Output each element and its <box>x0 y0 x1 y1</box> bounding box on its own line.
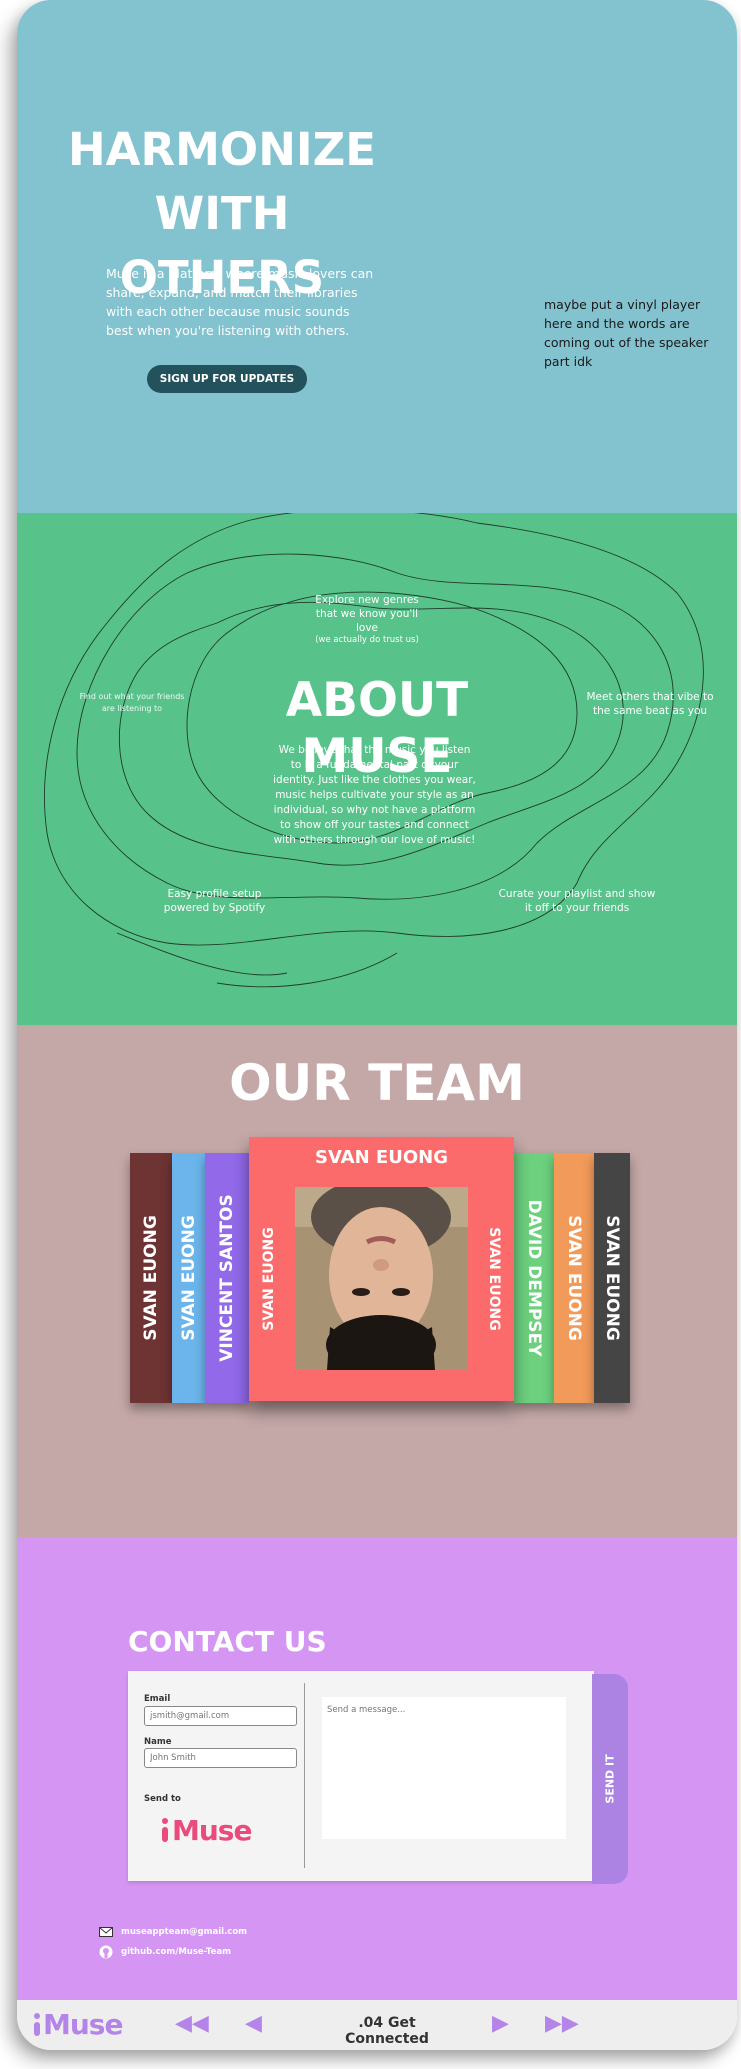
hero-description: Muse is a platform where music lovers ca… <box>106 266 374 338</box>
send-button[interactable]: SEND IT <box>592 1674 628 1884</box>
send-button-label: SEND IT <box>603 1754 617 1804</box>
email-link[interactable]: museappteam@gmail.com <box>99 1927 247 1937</box>
team-card-active[interactable]: SVAN EUONG SVAN EUONG SVAN EUONG <box>249 1137 514 1401</box>
next-icon[interactable]: ▶ <box>492 2012 509 2036</box>
team-card-name: SVAN EUONG <box>564 1215 584 1341</box>
hero-note: maybe put a vinyl player here and the wo… <box>544 297 709 369</box>
track-title: .04 Get Connected <box>345 2015 429 2047</box>
feature-curate: Curate your playlist and show it off to … <box>498 888 656 914</box>
contact-title: CONTACT US <box>128 1625 327 1658</box>
feature-find: Find out what your friends are listening… <box>79 692 185 713</box>
team-card-name: SVAN EUONG <box>141 1215 161 1341</box>
page-frame: HARMONIZE WITH OTHERS Muse is a platform… <box>17 0 737 2050</box>
send-to-label: Send to <box>144 1794 181 1804</box>
team-card-name: SVAN EUONG <box>602 1215 622 1341</box>
name-label: Name <box>144 1737 172 1747</box>
github-icon <box>99 1945 113 1959</box>
muse-logo-mark <box>162 1817 168 1842</box>
team-section: OUR TEAM SVAN EUONG SVAN EUONG VINCENT S… <box>17 1025 737 1537</box>
team-member-photo <box>295 1187 468 1370</box>
portrait-image <box>295 1187 468 1370</box>
music-player-bar: Muse ◀◀ ◀ .04 Get Connected ▶ ▶▶ <box>17 2000 737 2050</box>
team-card[interactable]: SVAN EUONG <box>172 1153 205 1403</box>
hero-section: HARMONIZE WITH OTHERS Muse is a platform… <box>17 0 737 513</box>
hero-title-line1: HARMONIZE <box>68 123 376 176</box>
team-card-active-side-left: SVAN EUONG <box>249 1187 289 1370</box>
contact-section: CONTACT US Email Name Send to Muse SEND … <box>17 1537 737 2000</box>
feature-setup: Easy profile setup powered by Spotify <box>163 888 266 914</box>
name-field[interactable] <box>144 1748 297 1768</box>
player-logo-text: Muse <box>43 2008 123 2041</box>
team-card-name: SVAN EUONG <box>178 1215 199 1341</box>
feature-explore: Explore new genres that we know you'll l… <box>307 593 427 646</box>
team-card-side-name: SVAN EUONG <box>486 1226 502 1331</box>
team-card-name: DAVID DEMPSEY <box>524 1199 544 1357</box>
previous-icon[interactable]: ◀ <box>245 2012 262 2036</box>
team-title: OUR TEAM <box>229 1054 525 1112</box>
muse-logo-text: Muse <box>172 1814 252 1847</box>
rewind-icon[interactable]: ◀◀ <box>175 2012 209 2036</box>
player-logo[interactable]: Muse <box>31 2008 123 2041</box>
team-card[interactable]: SVAN EUONG <box>554 1153 594 1403</box>
github-link[interactable]: github.com/Muse-Team <box>99 1945 231 1959</box>
team-card[interactable]: DAVID DEMPSEY <box>514 1153 554 1403</box>
recipient-logo: Muse <box>158 1814 252 1847</box>
email-link-text: museappteam@gmail.com <box>121 1927 248 1937</box>
about-section: Explore new genres that we know you'll l… <box>17 513 737 1025</box>
feature-explore-note: (we actually do trust us) <box>315 635 419 645</box>
fast-forward-icon[interactable]: ▶▶ <box>545 2012 579 2036</box>
github-link-text: github.com/Muse-Team <box>121 1947 231 1957</box>
form-divider <box>304 1683 305 1868</box>
email-field[interactable] <box>144 1706 297 1726</box>
team-card[interactable]: SVAN EUONG <box>130 1153 172 1403</box>
about-body: We believe that the music you listen to … <box>273 744 476 846</box>
email-label: Email <box>144 1694 171 1704</box>
team-card[interactable]: SVAN EUONG <box>594 1153 630 1403</box>
contact-form: Email Name Send to Muse <box>128 1671 594 1881</box>
signup-button[interactable]: SIGN UP FOR UPDATES <box>147 365 307 393</box>
team-card-side-name: SVAN EUONG <box>261 1226 277 1331</box>
feature-meet: Meet others that vibe to the same beat a… <box>586 691 714 717</box>
message-field[interactable] <box>322 1697 566 1839</box>
feature-explore-text: Explore new genres that we know you'll l… <box>315 594 419 634</box>
team-card[interactable]: VINCENT SANTOS <box>205 1153 249 1403</box>
team-card-active-side-right: SVAN EUONG <box>474 1187 514 1370</box>
team-card-active-name: SVAN EUONG <box>315 1147 448 1168</box>
muse-logo-mark <box>34 2012 40 2036</box>
team-card-name: VINCENT SANTOS <box>217 1194 237 1362</box>
mail-icon <box>99 1927 113 1937</box>
